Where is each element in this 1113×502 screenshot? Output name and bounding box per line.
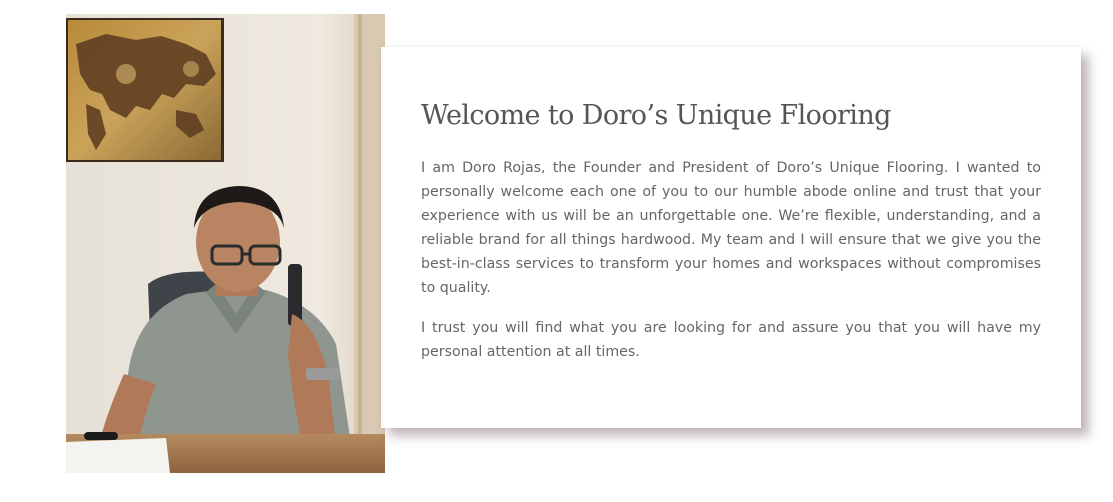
welcome-paragraph-1: I am Doro Rojas, the Founder and Preside…: [421, 160, 1041, 296]
world-map-painting: [66, 18, 224, 162]
welcome-heading: Welcome to Doro’s Unique Flooring: [421, 100, 891, 131]
welcome-paragraph-2: I trust you will find what you are looki…: [421, 320, 1041, 360]
welcome-card: Welcome to Doro’s Unique Flooring I am D…: [381, 47, 1081, 428]
founder-photo: [66, 14, 385, 473]
